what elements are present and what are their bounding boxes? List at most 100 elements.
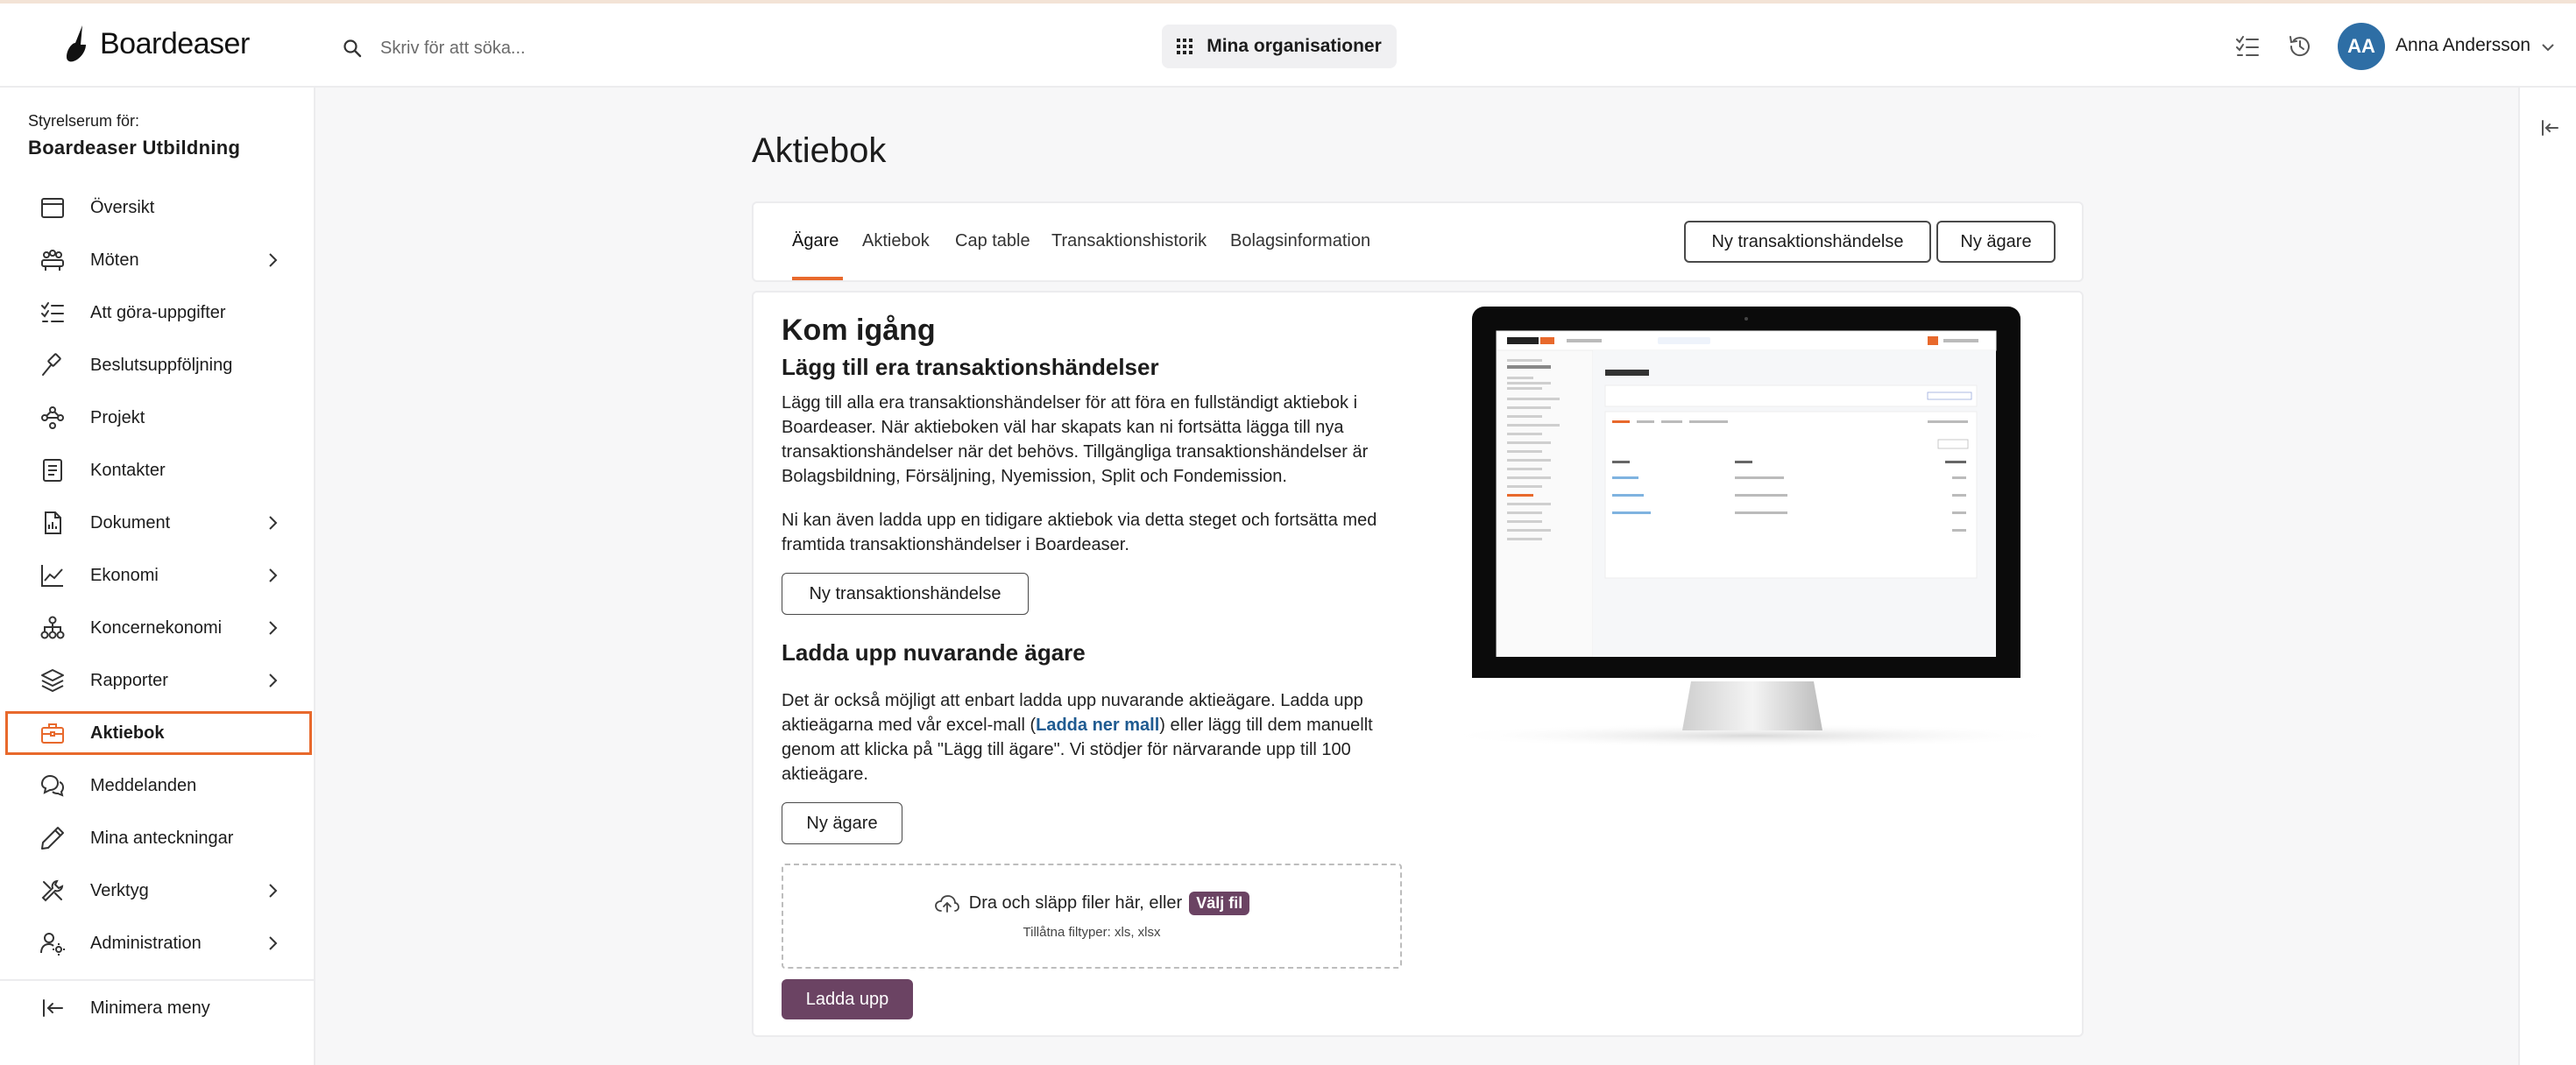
tasks-checklist-icon[interactable] — [2234, 33, 2261, 60]
sidebar-item-label: Kontakter — [90, 460, 166, 480]
sidebar-item-kontakter[interactable]: Kontakter — [5, 448, 312, 492]
sidebar-item-koncernekonomi[interactable]: Koncernekonomi — [5, 606, 312, 650]
tab-aktiebok[interactable]: Aktiebok — [862, 231, 930, 251]
sidebar-item-ekonomi[interactable]: Ekonomi — [5, 554, 312, 597]
section-transactions-title: Lägg till era transaktionshändelser — [782, 354, 1159, 380]
pencil-icon — [39, 825, 66, 851]
layers-icon — [39, 667, 66, 694]
calendar-icon — [39, 194, 66, 221]
boardeaser-logo-icon — [67, 25, 86, 62]
chevron-right-icon — [269, 516, 278, 530]
tab-cap-table[interactable]: Cap table — [955, 231, 1030, 251]
my-organisations-button[interactable]: Mina organisationer — [1162, 25, 1397, 68]
cloud-upload-icon — [934, 894, 959, 913]
sidebar-subtitle: Styrelserum för: — [28, 112, 140, 130]
tools-icon — [39, 878, 66, 904]
section-upload-owners-title: Ladda upp nuvarande ägare — [782, 639, 1086, 666]
download-template-link[interactable]: Ladda ner mall — [1036, 716, 1159, 735]
sidebar-divider — [0, 979, 314, 981]
admin-icon — [39, 930, 66, 956]
new-owner-button-secondary[interactable]: Ny ägare — [782, 802, 902, 844]
sidebar-item-label: Mina anteckningar — [90, 828, 234, 848]
sidebar-item-label: Projekt — [90, 407, 145, 427]
my-organisations-label: Mina organisationer — [1207, 36, 1382, 56]
chevron-right-icon — [269, 884, 278, 898]
minimize-menu-button[interactable]: Minimera meny — [5, 986, 312, 1030]
grid-icon — [1177, 39, 1193, 54]
sidebar-item-anteckningar[interactable]: Mina anteckningar — [5, 816, 312, 860]
section-upload-owners-text: Det är också möjligt att enbart ladda up… — [782, 691, 1373, 784]
sidebar-item-verktyg[interactable]: Verktyg — [5, 869, 312, 913]
right-panel-strip — [2518, 88, 2576, 1065]
tab-agare[interactable]: Ägare — [792, 231, 839, 251]
sidebar-item-label: Rapporter — [90, 670, 168, 690]
sidebar-org-name: Boardeaser Utbildning — [28, 137, 241, 159]
tabs-card: Ägare Aktiebok Cap table Transaktionshis… — [752, 201, 2084, 282]
chevron-down-icon[interactable] — [2539, 39, 2557, 56]
allowed-file-types: Tillåtna filtyper: xls, xlsx — [1023, 925, 1161, 940]
sidebar-item-label: Att göra-uppgifter — [90, 302, 226, 322]
sidebar: Styrelserum för: Boardeaser Utbildning Ö… — [0, 88, 315, 1065]
sidebar-item-label: Aktiebok — [90, 723, 165, 743]
chevron-right-icon — [269, 674, 278, 688]
chart-line-icon — [39, 562, 66, 589]
sidebar-item-rapporter[interactable]: Rapporter — [5, 659, 312, 702]
sidebar-item-att-gora[interactable]: Att göra-uppgifter — [5, 291, 312, 335]
logo[interactable]: Boardeaser — [63, 21, 250, 67]
sidebar-item-label: Översikt — [90, 197, 155, 217]
gavel-icon — [39, 352, 66, 378]
sidebar-item-label: Meddelanden — [90, 775, 197, 795]
meeting-icon — [39, 247, 66, 273]
choose-file-button[interactable]: Välj fil — [1189, 892, 1250, 915]
tab-transaktionshistorik[interactable]: Transaktionshistorik — [1051, 231, 1207, 251]
sidebar-item-oversikt[interactable]: Översikt — [5, 186, 312, 229]
sidebar-item-projekt[interactable]: Projekt — [5, 396, 312, 440]
new-owner-button[interactable]: Ny ägare — [1936, 221, 2056, 263]
user-name[interactable]: Anna Andersson — [2396, 35, 2530, 56]
tab-bolagsinformation[interactable]: Bolagsinformation — [1230, 231, 1370, 251]
sidebar-item-label: Administration — [90, 933, 202, 953]
upload-button[interactable]: Ladda upp — [782, 979, 913, 1019]
logo-text: Boardeaser — [100, 26, 250, 60]
chevron-right-icon — [269, 621, 278, 635]
section-transactions-text: Lägg till alla era transaktionshändelser… — [782, 393, 1369, 486]
sidebar-item-beslut[interactable]: Beslutsuppföljning — [5, 343, 312, 387]
briefcase-icon — [39, 720, 66, 746]
file-dropzone[interactable]: Dra och släpp filer här, eller Välj fil … — [782, 864, 1402, 969]
sidebar-item-label: Dokument — [90, 512, 171, 532]
sidebar-item-label: Beslutsuppföljning — [90, 355, 233, 375]
checklist-icon — [39, 300, 66, 326]
search-icon — [343, 39, 362, 58]
collapse-panel-icon[interactable] — [2539, 117, 2560, 138]
get-started-title: Kom igång — [782, 314, 936, 347]
search-input[interactable] — [380, 38, 906, 59]
contacts-icon — [39, 457, 66, 483]
top-bar: Boardeaser Mina organisationer — [0, 4, 2576, 88]
new-transaction-button-secondary[interactable]: Ny transaktionshändelse — [782, 573, 1029, 615]
chevron-right-icon — [269, 936, 278, 950]
avatar[interactable]: AA — [2338, 23, 2385, 70]
sidebar-item-dokument[interactable]: Dokument — [5, 501, 312, 545]
section-transactions-text-2: Ni kan även ladda upp en tidigare aktieb… — [782, 511, 1377, 554]
sidebar-item-label: Ekonomi — [90, 565, 159, 585]
collapse-left-icon — [39, 995, 66, 1021]
monitor-illustration — [1437, 307, 2068, 748]
sidebar-item-aktiebok[interactable]: Aktiebok — [5, 711, 312, 755]
hierarchy-icon — [39, 615, 66, 641]
active-tab-indicator — [792, 277, 843, 280]
document-icon — [39, 510, 66, 536]
search-bar — [342, 30, 955, 67]
get-started-card: Kom igång Lägg till era transaktionshänd… — [752, 291, 2084, 1037]
chevron-right-icon — [269, 568, 278, 582]
project-icon — [39, 405, 66, 431]
sidebar-item-moten[interactable]: Möten — [5, 238, 312, 282]
page-title: Aktiebok — [752, 131, 887, 170]
sidebar-item-meddelanden[interactable]: Meddelanden — [5, 764, 312, 808]
sidebar-item-administration[interactable]: Administration — [5, 921, 312, 965]
sidebar-item-label: Verktyg — [90, 880, 149, 900]
messages-icon — [39, 772, 66, 799]
new-transaction-button[interactable]: Ny transaktionshändelse — [1684, 221, 1931, 263]
chevron-right-icon — [269, 253, 278, 267]
history-icon[interactable] — [2287, 33, 2313, 60]
minimize-menu-label: Minimera meny — [90, 998, 210, 1018]
